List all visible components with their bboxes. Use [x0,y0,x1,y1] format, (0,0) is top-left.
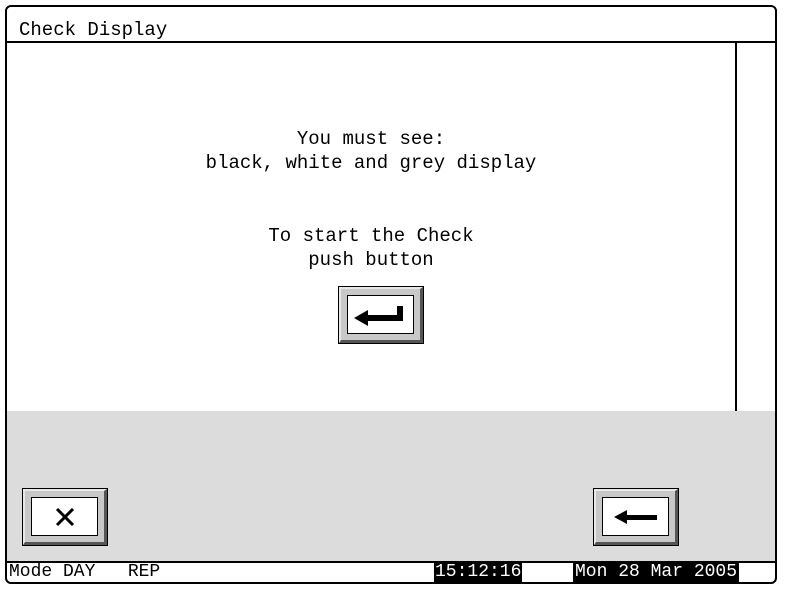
close-icon [55,507,74,526]
app-window: Check Display You must see: black, white… [5,5,777,584]
cancel-button[interactable] [22,488,108,546]
back-button[interactable] [593,488,679,546]
instruction-line-4: push button [308,249,434,271]
enter-button-face[interactable] [347,295,414,334]
cancel-button-face[interactable] [31,497,98,536]
title-bar: Check Display [7,7,775,43]
enter-arrow-icon [353,305,403,326]
window-title: Check Display [19,19,168,41]
action-bar [7,411,775,561]
instruction-line-1: You must see: [296,128,446,150]
instruction-line-2: black, white and grey display [205,152,537,174]
clock-time: 15:12:16 [434,562,523,582]
status-bar: Mode DAY REP 15:12:16 Mon 28 Mar 2005 [7,561,775,582]
enter-button[interactable] [338,286,424,344]
clock-date: Mon 28 Mar 2005 [573,562,740,582]
back-button-face[interactable] [602,497,669,536]
mode-indicator: Mode DAY REP [9,562,161,582]
back-arrow-icon [613,509,657,524]
instruction-line-3: To start the Check [268,225,474,247]
scrollbar-track [735,43,737,411]
